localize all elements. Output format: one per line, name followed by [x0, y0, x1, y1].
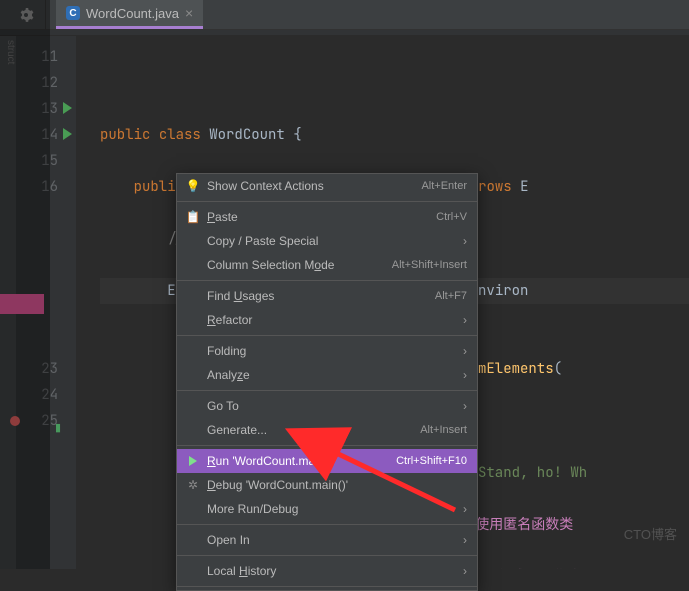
chevron-right-icon: › [463, 399, 467, 413]
menu-item-find-usages[interactable]: Find Usages Alt+F7 [177, 284, 477, 308]
menu-item-refactor[interactable]: Refactor › [177, 308, 477, 332]
chevron-right-icon: › [463, 344, 467, 358]
breakpoint-icon[interactable] [10, 416, 20, 426]
bulb-icon: 💡 [183, 179, 203, 193]
paste-icon: 📋 [183, 210, 203, 224]
file-tab-label: WordCount.java [86, 6, 179, 21]
menu-item-debug[interactable]: ✲ Debug 'WordCount.main()' [177, 473, 477, 497]
watermark: CTO博客 [624, 524, 677, 543]
chevron-right-icon: › [463, 502, 467, 516]
menu-item-copy-paste-special[interactable]: Copy / Paste Special › [177, 229, 477, 253]
menu-item-run[interactable]: Run 'WordCount.main()' Ctrl+Shift+F10 [177, 449, 477, 473]
error-stripe [0, 294, 44, 314]
file-tab[interactable]: C WordCount.java × [56, 0, 203, 29]
chevron-right-icon: › [463, 564, 467, 578]
java-class-icon: C [66, 6, 80, 20]
lbl-text: aste [215, 210, 238, 224]
chevron-right-icon: › [463, 533, 467, 547]
menu-item-show-context-actions[interactable]: 💡 Show Context Actions Alt+Enter [177, 174, 477, 198]
run-gutter-icon[interactable] [63, 128, 72, 140]
gear-icon[interactable] [6, 0, 46, 29]
menu-item-open-in[interactable]: Open In › [177, 528, 477, 552]
menu-item-local-history[interactable]: Local History › [177, 559, 477, 583]
run-gutter-icon[interactable] [63, 102, 72, 114]
chevron-right-icon: › [463, 368, 467, 382]
menu-item-more-run-debug[interactable]: More Run/Debug › [177, 497, 477, 521]
chevron-right-icon: › [463, 313, 467, 327]
chevron-right-icon: › [463, 234, 467, 248]
bookmark-icon: ▮ [55, 415, 61, 441]
context-menu: 💡 Show Context Actions Alt+Enter 📋 Paste… [176, 173, 478, 591]
tab-bar: C WordCount.java × [0, 0, 689, 30]
menu-item-analyze[interactable]: Analyze › [177, 363, 477, 387]
menu-item-column-selection[interactable]: Column Selection Mode Alt+Shift+Insert [177, 253, 477, 277]
menu-item-paste[interactable]: 📋 Paste Ctrl+V [177, 205, 477, 229]
menu-item-folding[interactable]: Folding › [177, 339, 477, 363]
menu-item-goto[interactable]: Go To › [177, 394, 477, 418]
run-icon [189, 456, 197, 466]
bug-icon: ✲ [183, 478, 203, 492]
menu-item-generate[interactable]: Generate... Alt+Insert [177, 418, 477, 442]
close-icon[interactable]: × [185, 5, 193, 21]
